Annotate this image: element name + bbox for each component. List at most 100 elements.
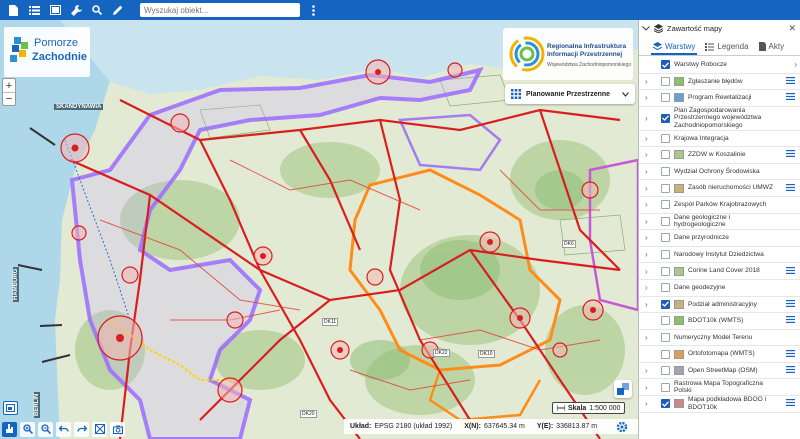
layer-row[interactable]: › Wydział Ochrony Środowiska	[639, 164, 800, 181]
layer-checkbox[interactable]	[661, 382, 670, 392]
hamburger-menu-icon[interactable]	[786, 316, 795, 325]
layer-row[interactable]: › Numeryczny Model Terenu	[639, 330, 800, 347]
layer-row[interactable]: › Narodowy Instytut Dziedzictwa	[639, 247, 800, 264]
layer-row[interactable]: › Rastrowa Mapa Topograficzna Polski	[639, 379, 800, 397]
layer-row[interactable]: › Corine Land Cover 2018	[639, 263, 800, 280]
hamburger-menu-icon[interactable]	[786, 366, 795, 375]
layer-row[interactable]: › Zasób nieruchomości UMWZ	[639, 180, 800, 197]
layer-row[interactable]: › Podział administracyjny	[639, 297, 800, 314]
chevron-right-icon[interactable]: ›	[645, 217, 654, 226]
layer-checkbox[interactable]	[661, 283, 670, 293]
chevron-right-icon[interactable]: ›	[645, 167, 654, 176]
undo-view-button[interactable]	[56, 421, 71, 437]
chevron-right-icon[interactable]: ›	[645, 93, 654, 102]
layer-row[interactable]: › ZZDW w Koszalinie	[639, 147, 800, 164]
chevron-right-icon[interactable]: ›	[645, 283, 654, 292]
chevron-right-icon[interactable]: ›	[645, 267, 654, 276]
layer-checkbox[interactable]	[661, 366, 670, 376]
basemap-switch-button[interactable]	[614, 380, 632, 398]
list-icon[interactable]	[27, 3, 41, 17]
more-vert-icon[interactable]	[306, 3, 320, 17]
layer-checkbox[interactable]	[661, 332, 670, 342]
hamburger-menu-icon[interactable]	[786, 150, 795, 159]
file-icon[interactable]	[6, 3, 20, 17]
map-canvas[interactable]: SKANDYNAWIA HAMBURG BERLIN DK11 DK10 DK2…	[0, 20, 638, 439]
layer-checkbox[interactable]	[661, 266, 670, 276]
thematic-map-dropdown[interactable]: Planowanie Przestrzenne	[505, 84, 635, 104]
scale-indicator[interactable]: Skala 1:500 000	[552, 402, 626, 414]
zoom-out-tool-button[interactable]	[38, 421, 53, 437]
zoom-in-tool-button[interactable]	[20, 421, 35, 437]
search-icon[interactable]	[90, 3, 104, 17]
layer-checkbox[interactable]	[661, 93, 670, 103]
full-extent-button[interactable]	[92, 421, 107, 437]
chevron-down-icon[interactable]	[642, 26, 650, 31]
chevron-right-icon[interactable]: ›	[645, 114, 654, 123]
layer-checkbox[interactable]	[661, 183, 670, 193]
layer-checkbox[interactable]	[661, 200, 670, 210]
close-icon[interactable]: ✕	[788, 23, 796, 34]
layer-checkbox[interactable]	[661, 60, 670, 70]
layer-row[interactable]: › Program Rewitalizacji	[639, 90, 800, 107]
layer-row[interactable]: BDOT10k (WMTS)	[639, 313, 800, 330]
tab-akty[interactable]: Akty	[757, 42, 787, 55]
layer-row[interactable]: › Zespół Parków Krajobrazowych	[639, 197, 800, 214]
chevron-right-icon[interactable]: ›	[645, 399, 654, 408]
layer-row[interactable]: Warstwy Robocze	[639, 57, 800, 74]
zoom-in-button[interactable]: +	[3, 79, 15, 92]
screen-icon[interactable]	[48, 3, 62, 17]
hamburger-menu-icon[interactable]	[786, 93, 795, 102]
layer-row[interactable]: › Open StreetMap (OSM)	[639, 363, 800, 380]
search-input[interactable]	[144, 5, 294, 15]
layer-row[interactable]: Ortofotomapa (WMTS)	[639, 346, 800, 363]
layer-row[interactable]: › Zgłaszanie błędów	[639, 74, 800, 91]
identify-tool-button[interactable]	[2, 421, 17, 437]
layer-row[interactable]: › Dane geologiczne i hydrogeologiczne	[639, 214, 800, 231]
layer-checkbox[interactable]	[661, 349, 670, 359]
hamburger-menu-icon[interactable]	[786, 399, 795, 408]
gear-icon[interactable]	[614, 419, 630, 435]
layer-checkbox[interactable]	[661, 167, 670, 177]
tab-legenda[interactable]: Legenda	[703, 42, 750, 55]
layer-checkbox[interactable]	[661, 316, 670, 326]
chevron-right-icon[interactable]: ›	[645, 200, 654, 209]
chevron-right-icon[interactable]: ›	[645, 233, 654, 242]
chevron-right-icon[interactable]: ›	[645, 300, 654, 309]
tab-warstwy[interactable]: Warstwy	[651, 42, 698, 55]
overview-map-button[interactable]	[3, 401, 18, 415]
layer-row[interactable]: › Dane geodezyjne	[639, 280, 800, 297]
layer-checkbox[interactable]	[661, 233, 670, 243]
hamburger-menu-icon[interactable]	[786, 349, 795, 359]
hamburger-menu-icon[interactable]	[786, 183, 795, 193]
chevron-right-icon[interactable]: ›	[645, 250, 654, 259]
layer-row[interactable]: › Plan Zagospodarowania Przestrzennego wo…	[639, 107, 800, 131]
chevron-right-icon[interactable]: ›	[645, 333, 654, 342]
redo-view-button[interactable]	[74, 421, 89, 437]
layer-row[interactable]: › Dane przyrodnicze	[639, 230, 800, 247]
hamburger-menu-icon[interactable]	[786, 299, 795, 309]
print-screenshot-button[interactable]	[110, 421, 125, 437]
layer-row[interactable]: › Mapa podkładowa BDOO i BDOT10k	[639, 396, 800, 413]
layer-checkbox[interactable]	[661, 399, 670, 409]
chevron-right-icon[interactable]: ›	[645, 134, 654, 143]
layer-checkbox[interactable]	[661, 133, 670, 143]
chevron-right-icon[interactable]: ›	[645, 77, 654, 86]
search-field[interactable]	[140, 3, 300, 17]
hamburger-menu-icon[interactable]	[786, 266, 795, 276]
layer-checkbox[interactable]	[661, 250, 670, 260]
layer-checkbox[interactable]	[661, 299, 670, 309]
chevron-right-icon[interactable]: ›	[645, 184, 654, 193]
layer-row[interactable]: › Krajowa Integracja	[639, 131, 800, 148]
layer-checkbox[interactable]	[661, 76, 670, 86]
crs-value[interactable]: EPSG 2180 (układ 1992)	[374, 423, 452, 430]
wrench-icon[interactable]	[69, 3, 83, 17]
layer-checkbox[interactable]	[661, 150, 670, 160]
pencil-icon[interactable]	[111, 3, 125, 17]
layer-checkbox[interactable]	[661, 216, 670, 226]
layer-checkbox[interactable]	[661, 113, 670, 123]
chevron-right-icon[interactable]: ›	[645, 383, 654, 392]
chevron-right-icon[interactable]: ›	[645, 366, 654, 375]
zoom-out-button[interactable]: −	[3, 92, 15, 105]
hamburger-menu-icon[interactable]	[786, 76, 795, 86]
chevron-right-icon[interactable]: ›	[645, 150, 654, 159]
